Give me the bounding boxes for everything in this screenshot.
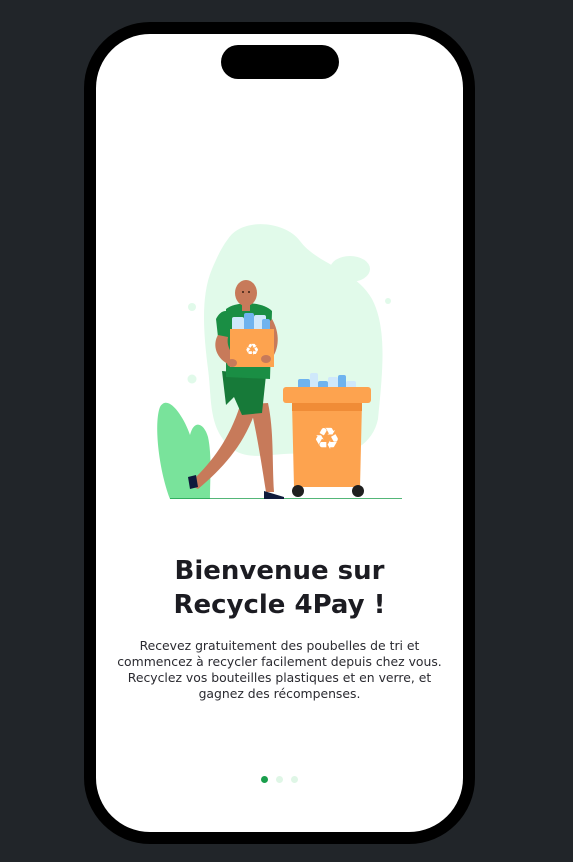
dynamic-island bbox=[221, 45, 339, 79]
recycle-icon: ♻ bbox=[245, 340, 259, 359]
page-dot-1[interactable] bbox=[261, 776, 268, 783]
page-title: Bienvenue sur Recycle 4Pay ! bbox=[96, 554, 463, 622]
page-indicator bbox=[96, 776, 463, 783]
description-line: Recyclez vos bouteilles plastiques et en… bbox=[127, 670, 432, 685]
phone-frame: ♻ ♻ Bienvenue sur Recycle 4Pay ! Recevez… bbox=[84, 22, 475, 844]
description-line: commencez à recycler facilement depuis c… bbox=[117, 654, 442, 669]
title-line-2: Recycle 4Pay ! bbox=[173, 590, 386, 620]
onboarding-screen: ♻ ♻ Bienvenue sur Recycle 4Pay ! Recevez… bbox=[96, 34, 463, 832]
onboarding-description: Recevez gratuitement des poubelles de tr… bbox=[110, 638, 449, 702]
page-dot-3[interactable] bbox=[291, 776, 298, 783]
description-line: gagnez des récompenses. bbox=[198, 686, 361, 701]
small-blob bbox=[330, 256, 370, 282]
recycle-icon: ♻ bbox=[314, 422, 341, 457]
description-line: Recevez gratuitement des poubelles de tr… bbox=[139, 638, 420, 653]
title-line-1: Bienvenue sur bbox=[174, 556, 385, 586]
recycling-illustration: ♻ ♻ bbox=[157, 224, 402, 499]
page-dot-2[interactable] bbox=[276, 776, 283, 783]
